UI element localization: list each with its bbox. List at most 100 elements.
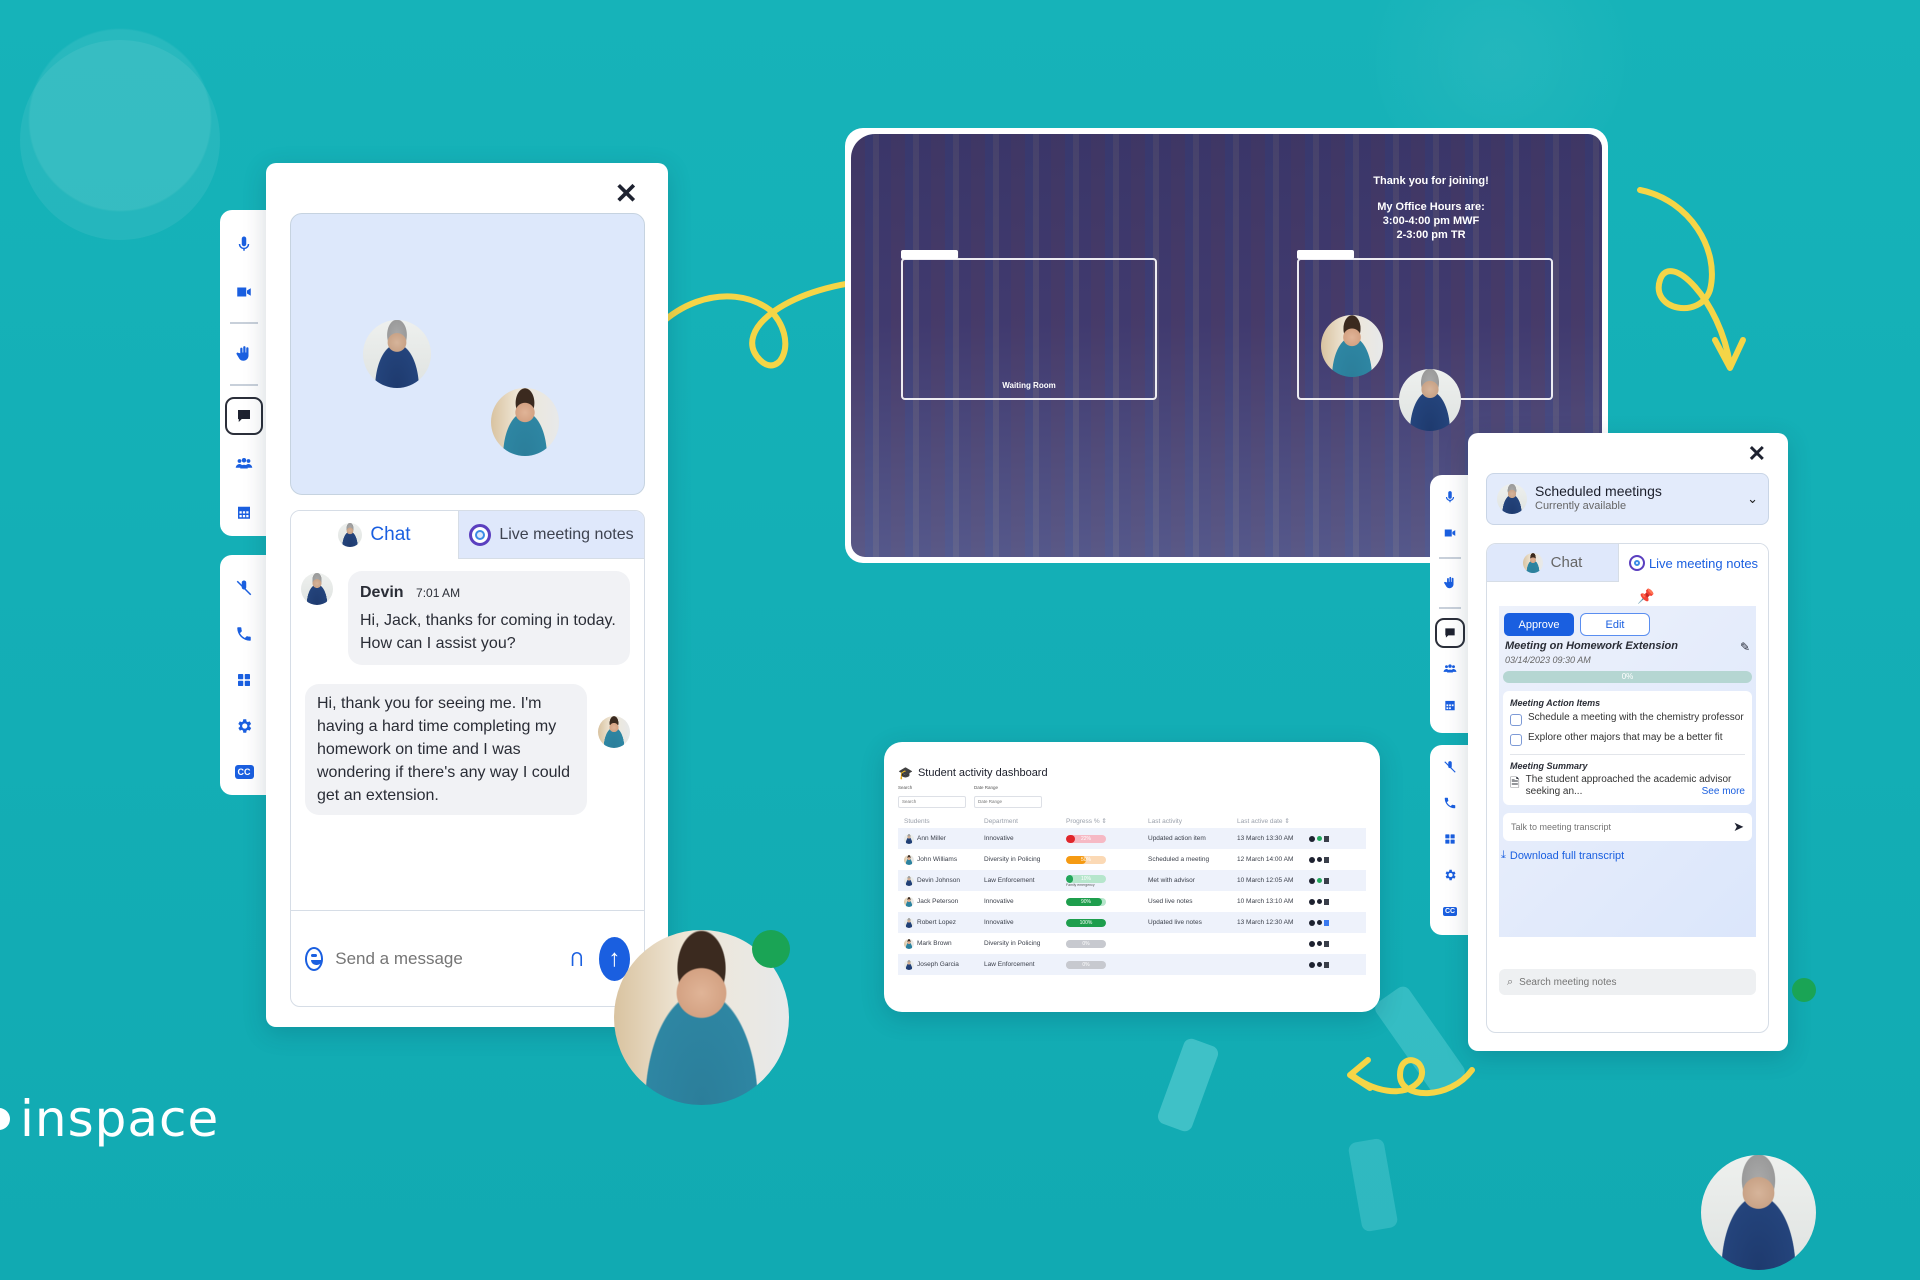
student-avatar <box>904 896 914 907</box>
student-avatar <box>904 833 914 844</box>
notes-icon[interactable] <box>1324 919 1329 926</box>
left-chat-panel: ✕ Chat Live meeting notes Devin 7:01 AM … <box>266 163 668 1027</box>
date-cell: 12 March 14:00 AM <box>1237 856 1294 863</box>
notes-icon[interactable] <box>1324 940 1329 947</box>
tab-chat[interactable]: Chat <box>1487 544 1618 582</box>
status-icon[interactable] <box>1317 856 1322 862</box>
row-actions <box>1309 835 1329 842</box>
message-icon[interactable] <box>1309 877 1315 884</box>
progress-cell: 90% <box>1066 897 1148 906</box>
progress-cell: 50% <box>1066 855 1148 864</box>
message-icon[interactable] <box>1309 961 1315 968</box>
edit-button[interactable]: Edit <box>1580 613 1650 636</box>
status-icon[interactable] <box>1317 940 1322 946</box>
edit-pencil-icon[interactable]: ✎ <box>1740 640 1750 654</box>
student-avatar <box>904 917 914 928</box>
table-row[interactable]: Ann Miller Innovative 22% Updated action it… <box>898 828 1366 849</box>
closed-captions-icon[interactable]: CC <box>225 754 263 790</box>
grid-icon[interactable] <box>1435 824 1465 854</box>
progress-bar: 50% <box>1066 855 1106 864</box>
calendar-icon[interactable] <box>225 493 263 531</box>
sort-date[interactable]: Last active date ⇕ <box>1237 817 1317 825</box>
tab-live-meeting-notes[interactable]: Live meeting notes <box>459 511 644 559</box>
meeting-datetime: 03/14/2023 09:30 AM <box>1505 655 1591 665</box>
progress-fill <box>1066 834 1075 843</box>
status-icon[interactable] <box>1317 877 1322 883</box>
emoji-icon[interactable] <box>305 946 324 971</box>
table-row[interactable]: Joseph Garcia Law Enforcement 0% <box>898 954 1366 975</box>
notes-icon[interactable] <box>1324 961 1329 968</box>
search-meeting-notes-input[interactable] <box>1519 976 1748 988</box>
logo-text: inspace <box>20 1090 220 1148</box>
calendar-icon[interactable] <box>1435 690 1465 720</box>
notes-icon[interactable] <box>1324 835 1329 842</box>
status-icon[interactable] <box>1317 835 1322 841</box>
date-range-input[interactable] <box>974 795 1042 808</box>
dropdown-title: Scheduled meetings <box>1535 483 1662 499</box>
waiting-room[interactable]: Waiting Room <box>901 258 1157 400</box>
approve-button[interactable]: Approve <box>1504 613 1574 636</box>
chat-icon[interactable] <box>1435 618 1465 648</box>
microphone-icon[interactable] <box>1435 482 1465 512</box>
online-status-dot <box>752 930 790 968</box>
microphone-icon[interactable] <box>225 225 263 263</box>
mute-icon[interactable] <box>1435 752 1465 782</box>
message-icon[interactable] <box>1309 898 1315 905</box>
settings-icon[interactable] <box>1435 860 1465 890</box>
raise-hand-icon[interactable] <box>1435 568 1465 598</box>
logo-mark-icon <box>0 1108 10 1130</box>
participants-icon[interactable] <box>1435 654 1465 684</box>
phone-call-icon[interactable] <box>225 616 263 652</box>
tab-chat[interactable]: Chat <box>291 511 459 559</box>
participants-icon[interactable] <box>225 445 263 483</box>
dashboard-title: Student activity dashboard <box>917 767 1048 779</box>
host-avatar <box>1497 484 1527 514</box>
notes-icon[interactable] <box>1324 898 1329 905</box>
action-item-checkbox[interactable] <box>1510 714 1522 726</box>
tab-live-meeting-notes[interactable]: Live meeting notes <box>1618 544 1768 582</box>
meeting-notes-card: Approve Edit Meeting on Homework Extensi… <box>1499 606 1756 937</box>
close-button[interactable]: ✕ <box>1748 441 1766 467</box>
video-camera-icon[interactable] <box>1435 518 1465 548</box>
message-bubble: Devin 7:01 AM Hi, Jack, thanks for comin… <box>348 571 630 665</box>
message-text: Hi, thank you for seeing me. I'm having … <box>317 695 570 804</box>
attachment-icon[interactable]: ⊂ <box>564 949 590 967</box>
message-input[interactable] <box>335 948 557 969</box>
notes-icon[interactable] <box>1324 877 1329 884</box>
message-icon[interactable] <box>1309 856 1315 863</box>
sort-progress[interactable]: Progress % ⇕ <box>1066 817 1148 825</box>
table-row[interactable]: John Williams Diversity in Policing 50% Sch… <box>898 849 1366 870</box>
table-row[interactable]: Mark Brown Diversity in Policing 0% <box>898 933 1366 954</box>
message-icon[interactable] <box>1309 835 1315 842</box>
message-icon[interactable] <box>1309 919 1315 926</box>
see-more-link[interactable]: See more <box>1702 786 1745 798</box>
send-icon[interactable]: ➤ <box>1733 819 1744 835</box>
status-icon[interactable] <box>1317 919 1322 925</box>
message-icon[interactable] <box>1309 940 1315 947</box>
status-icon[interactable] <box>1317 898 1322 904</box>
action-item-checkbox[interactable] <box>1510 734 1522 746</box>
decorative-chalk-circle <box>20 40 220 240</box>
transcript-input[interactable] <box>1511 822 1734 832</box>
closed-captions-icon[interactable]: CC <box>1435 896 1465 926</box>
download-transcript-link[interactable]: ⤓ Download full transcript <box>1501 849 1754 862</box>
close-button[interactable]: ✕ <box>615 177 638 210</box>
mute-icon[interactable] <box>225 570 263 606</box>
table-row[interactable]: Jack Peterson Innovative 90% Used live note… <box>898 891 1366 912</box>
settings-icon[interactable] <box>225 708 263 744</box>
status-icon[interactable] <box>1317 961 1322 967</box>
notes-icon[interactable] <box>1324 856 1329 863</box>
chat-icon[interactable] <box>225 397 263 435</box>
video-camera-icon[interactable] <box>225 273 263 311</box>
action-items-card: Meeting Action Items Schedule a meeting … <box>1503 691 1752 805</box>
raise-hand-icon[interactable] <box>225 335 263 373</box>
student-cell: Joseph Garcia <box>904 959 984 970</box>
student-search-input[interactable] <box>898 795 966 808</box>
department-cell: Innovative <box>984 835 1014 842</box>
phone-call-icon[interactable] <box>1435 788 1465 818</box>
table-row[interactable]: Robert Lopez Innovative 100% Updated live n… <box>898 912 1366 933</box>
meeting-selector-dropdown[interactable]: Scheduled meetings Currently available ⌄ <box>1486 473 1769 525</box>
grid-icon[interactable] <box>225 662 263 698</box>
meeting-room[interactable] <box>1297 258 1553 431</box>
table-row[interactable]: Devin Johnson Law Enforcement 10% Family em… <box>898 870 1366 891</box>
